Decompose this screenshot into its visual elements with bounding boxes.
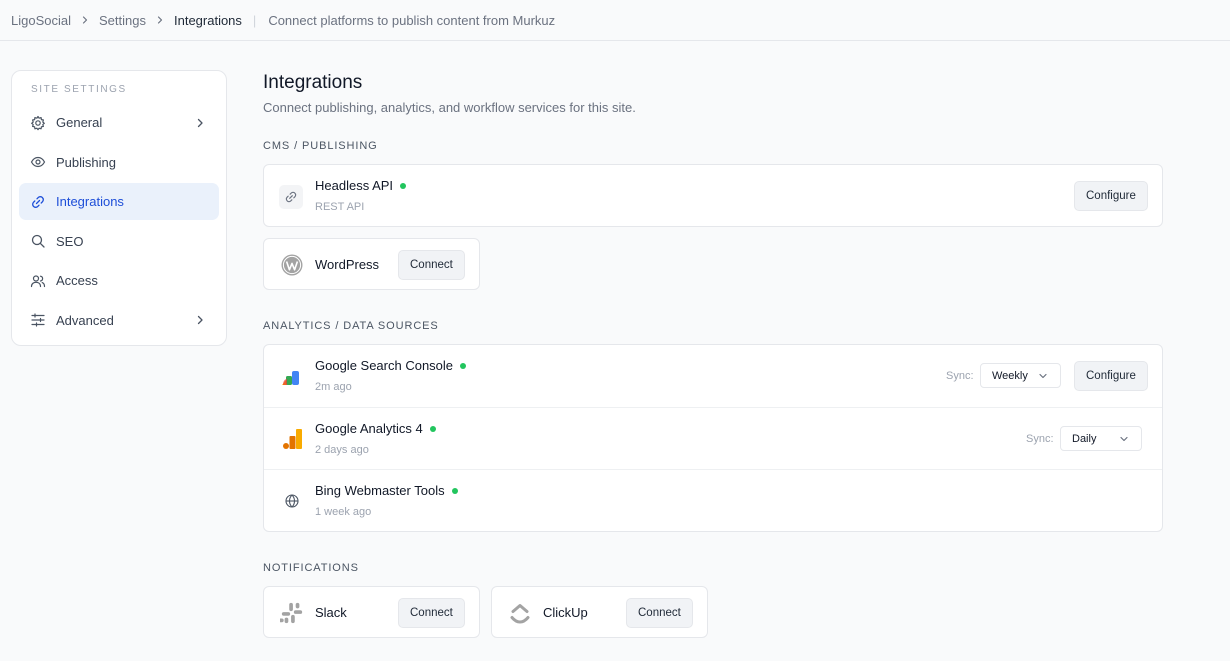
sidebar-item-seo[interactable]: SEO: [19, 223, 219, 260]
integration-card-slack: Slack Connect: [263, 586, 480, 638]
section-heading-analytics: ANALYTICS / DATA SOURCES: [263, 320, 439, 332]
sidebar-item-label: Publishing: [56, 154, 116, 170]
last-sync-time: 2 days ago: [315, 444, 369, 456]
breadcrumb-item-integrations: Integrations: [173, 12, 242, 28]
link-icon: [279, 185, 303, 209]
google-analytics-icon: [281, 427, 305, 451]
last-sync-time: 2m ago: [315, 381, 352, 393]
chevron-down-icon: [1038, 371, 1048, 381]
google-search-console-icon: [281, 364, 305, 388]
connect-button[interactable]: Connect: [626, 598, 693, 628]
wordpress-icon: [280, 253, 304, 277]
integration-name: Google Search Console: [315, 358, 467, 373]
section-heading-notifications: NOTIFICATIONS: [263, 562, 359, 574]
slack-icon: [280, 601, 304, 625]
integration-row-google-analytics-4: Google Analytics 4 2 days ago Sync: Dail…: [264, 407, 1162, 469]
breadcrumb-subtitle: Connect platforms to publish content fro…: [268, 12, 556, 28]
sidebar-item-label: Integrations: [56, 194, 124, 210]
integration-name: Headless API: [315, 178, 407, 193]
sidebar-item-access[interactable]: Access: [19, 262, 219, 299]
integration-name: Slack: [315, 605, 347, 620]
clickup-icon: [508, 601, 532, 625]
chevron-down-icon: [1119, 434, 1129, 444]
integration-name-text: Google Analytics 4: [315, 421, 423, 436]
breadcrumb-item-settings[interactable]: Settings: [99, 13, 146, 28]
page-description: Connect publishing, analytics, and workf…: [263, 100, 636, 115]
integration-row: Headless API REST API Configure: [264, 165, 1162, 227]
integration-card-headless-api: Headless API REST API Configure: [263, 164, 1163, 227]
sync-frequency-value: Daily: [1072, 432, 1097, 445]
globe-icon: [281, 490, 303, 512]
section-heading-cms: CMS / PUBLISHING: [263, 140, 378, 152]
configure-button[interactable]: Configure: [1074, 361, 1148, 391]
sidebar-item-label: SEO: [56, 233, 84, 249]
integration-name: Bing Webmaster Tools: [315, 483, 458, 498]
integration-name: Google Analytics 4: [315, 421, 436, 436]
sidebar-item-general[interactable]: General: [19, 104, 219, 141]
integration-name: ClickUp: [543, 605, 588, 620]
sync-label: Sync:: [1026, 433, 1054, 445]
last-sync-time: 1 week ago: [315, 506, 372, 518]
eye-icon: [30, 154, 46, 170]
integration-row-google-search-console: Google Search Console 2m ago Sync: Weekl…: [264, 345, 1162, 407]
sync-frequency-select[interactable]: Weekly: [980, 363, 1061, 388]
integration-card-clickup: ClickUp Connect: [491, 586, 708, 638]
breadcrumb-item-ligosocial[interactable]: LigoSocial: [11, 13, 71, 28]
sidebar-item-label: Advanced: [56, 312, 114, 328]
status-connected-dot: [400, 182, 407, 189]
sync-frequency-value: Weekly: [992, 369, 1028, 382]
connect-button[interactable]: Connect: [398, 250, 465, 280]
link-icon: [30, 194, 46, 210]
sidebar-item-label: Access: [56, 273, 98, 289]
integration-name-text: Bing Webmaster Tools: [315, 483, 445, 498]
sync-label: Sync:: [946, 370, 974, 382]
status-connected-dot: [451, 487, 458, 494]
sidebar-item-publishing[interactable]: Publishing: [19, 144, 219, 181]
sync-frequency-select[interactable]: Daily: [1060, 426, 1142, 451]
configure-button[interactable]: Configure: [1074, 181, 1148, 211]
chevron-right-icon: [80, 15, 90, 25]
sidebar-item-label: General: [56, 115, 103, 130]
integration-name-text: Google Search Console: [315, 358, 454, 373]
chevron-right-icon: [193, 116, 207, 130]
status-connected-dot: [429, 425, 436, 432]
settings-sidebar: SITE SETTINGS General Publishing Integra…: [11, 70, 227, 346]
chevron-right-icon: [155, 15, 165, 25]
sidebar-section-label: SITE SETTINGS: [31, 84, 127, 95]
sliders-icon: [30, 312, 46, 328]
sidebar-item-advanced[interactable]: Advanced: [19, 302, 219, 339]
integration-row-bing-webmaster-tools: Bing Webmaster Tools 1 week ago: [264, 469, 1162, 531]
breadcrumb-divider: |: [252, 12, 257, 28]
integration-subtitle: REST API: [315, 201, 365, 213]
sidebar-item-integrations[interactable]: Integrations: [19, 183, 219, 221]
chevron-right-icon: [193, 313, 207, 327]
connect-button[interactable]: Connect: [398, 598, 465, 628]
search-icon: [30, 233, 46, 249]
users-icon: [30, 273, 46, 289]
analytics-integrations-card: Google Search Console 2m ago Sync: Weekl…: [263, 344, 1163, 532]
integration-name: WordPress: [315, 257, 380, 272]
gear-icon: [30, 115, 46, 131]
integration-name-text: Headless API: [315, 178, 394, 193]
integration-card-wordpress: WordPress Connect: [263, 238, 480, 290]
breadcrumb: LigoSocial Settings Integrations | Conne…: [0, 0, 1230, 41]
status-connected-dot: [460, 362, 467, 369]
page-title: Integrations: [263, 72, 363, 93]
